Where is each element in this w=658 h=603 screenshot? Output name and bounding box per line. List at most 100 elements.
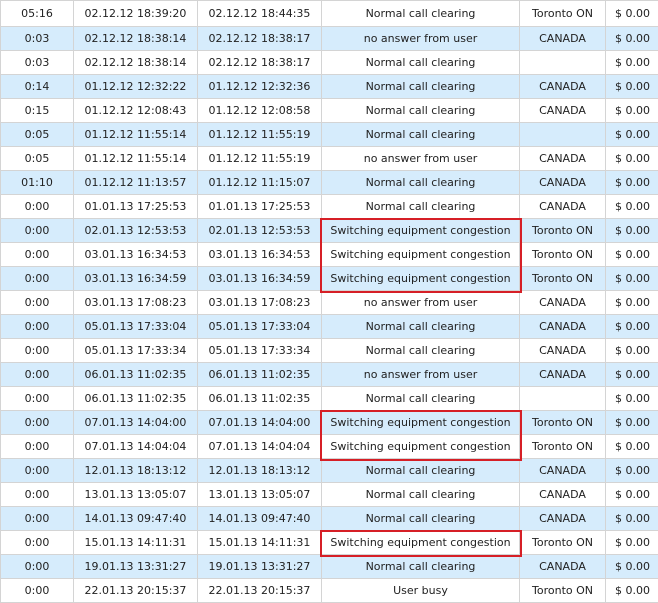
- call-status: Normal call clearing: [321, 314, 520, 339]
- call-start-time: 01.12.12 11:13:57: [73, 170, 198, 195]
- call-location: [519, 122, 606, 147]
- call-location: CANADA: [519, 290, 606, 315]
- table-row[interactable]: 0:15 01.12.12 12:08:43 01.12.12 12:08:58 No…: [0, 98, 658, 123]
- call-status: User busy: [321, 578, 520, 603]
- table-row[interactable]: 0:00 01.01.13 17:25:53 01.01.13 17:25:53 No…: [0, 194, 658, 219]
- table-row[interactable]: 0:00 05.01.13 17:33:04 05.01.13 17:33:04 No…: [0, 314, 658, 339]
- call-status: no answer from user: [321, 290, 520, 315]
- call-cost: $ 0.00: [605, 554, 658, 579]
- call-end-time: 22.01.13 20:15:37: [197, 578, 322, 603]
- call-duration: 0:00: [0, 506, 74, 531]
- call-end-time: 01.12.12 11:55:19: [197, 122, 322, 147]
- call-end-time: 06.01.13 11:02:35: [197, 362, 322, 387]
- table-row[interactable]: 0:00 14.01.13 09:47:40 14.01.13 09:47:40 No…: [0, 506, 658, 531]
- call-cost: $ 0.00: [605, 146, 658, 171]
- call-start-time: 14.01.13 09:47:40: [73, 506, 198, 531]
- table-row[interactable]: 0:00 06.01.13 11:02:35 06.01.13 11:02:35 No…: [0, 386, 658, 411]
- call-end-time: 19.01.13 13:31:27: [197, 554, 322, 579]
- call-cost: $ 0.00: [605, 338, 658, 363]
- call-cost: $ 0.00: [605, 266, 658, 291]
- table-row[interactable]: 01:10 01.12.12 11:13:57 01.12.12 11:15:07 N…: [0, 170, 658, 195]
- table-row[interactable]: 0:00 19.01.13 13:31:27 19.01.13 13:31:27 No…: [0, 554, 658, 579]
- call-status: Normal call clearing: [321, 122, 520, 147]
- table-row[interactable]: 0:00 13.01.13 13:05:07 13.01.13 13:05:07 No…: [0, 482, 658, 507]
- call-start-time: 06.01.13 11:02:35: [73, 386, 198, 411]
- table-row[interactable]: 0:00 03.01.13 17:08:23 03.01.13 17:08:23 no…: [0, 290, 658, 315]
- table-row[interactable]: 0:14 01.12.12 12:32:22 01.12.12 12:32:36 No…: [0, 74, 658, 99]
- table-row[interactable]: 0:03 02.12.12 18:38:14 02.12.12 18:38:17 no…: [0, 26, 658, 51]
- call-status: Switching equipment congestion: [321, 218, 520, 243]
- call-duration: 0:00: [0, 482, 74, 507]
- call-end-time: 01.12.12 11:15:07: [197, 170, 322, 195]
- call-duration: 0:00: [0, 266, 74, 291]
- call-status: Normal call clearing: [321, 482, 520, 507]
- table-row[interactable]: 0:00 15.01.13 14:11:31 15.01.13 14:11:31 Sw…: [0, 530, 658, 555]
- call-start-time: 01.12.12 11:55:14: [73, 146, 198, 171]
- call-cost: $ 0.00: [605, 26, 658, 51]
- call-start-time: 01.12.12 12:32:22: [73, 74, 198, 99]
- call-status: Normal call clearing: [321, 50, 520, 75]
- call-duration: 0:00: [0, 530, 74, 555]
- call-end-time: 02.12.12 18:38:17: [197, 26, 322, 51]
- table-row[interactable]: 0:00 07.01.13 14:04:00 07.01.13 14:04:00 Sw…: [0, 410, 658, 435]
- call-end-time: 05.01.13 17:33:04: [197, 314, 322, 339]
- call-duration: 0:00: [0, 434, 74, 459]
- call-cost: $ 0.00: [605, 458, 658, 483]
- call-duration: 0:00: [0, 578, 74, 603]
- call-status: Normal call clearing: [321, 98, 520, 123]
- call-duration: 0:00: [0, 554, 74, 579]
- call-cost: $ 0.00: [605, 290, 658, 315]
- call-start-time: 01.01.13 17:25:53: [73, 194, 198, 219]
- call-duration: 0:03: [0, 50, 74, 75]
- call-log-body: 05:16 02.12.12 18:39:20 02.12.12 18:44:35 N…: [0, 0, 658, 603]
- table-row[interactable]: 0:00 02.01.13 12:53:53 02.01.13 12:53:53 Sw…: [0, 218, 658, 243]
- call-location: CANADA: [519, 554, 606, 579]
- table-row[interactable]: 0:00 03.01.13 16:34:59 03.01.13 16:34:59 Sw…: [0, 266, 658, 291]
- call-location: [519, 386, 606, 411]
- call-status: Normal call clearing: [321, 338, 520, 363]
- call-start-time: 03.01.13 17:08:23: [73, 290, 198, 315]
- call-status: Normal call clearing: [321, 0, 520, 27]
- call-end-time: 03.01.13 16:34:53: [197, 242, 322, 267]
- call-cost: $ 0.00: [605, 122, 658, 147]
- table-row[interactable]: 0:05 01.12.12 11:55:14 01.12.12 11:55:19 no…: [0, 146, 658, 171]
- call-duration: 01:10: [0, 170, 74, 195]
- call-duration: 0:05: [0, 122, 74, 147]
- table-row[interactable]: 0:00 07.01.13 14:04:04 07.01.13 14:04:04 Sw…: [0, 434, 658, 459]
- call-location: CANADA: [519, 170, 606, 195]
- call-end-time: 07.01.13 14:04:00: [197, 410, 322, 435]
- call-end-time: 02.12.12 18:38:17: [197, 50, 322, 75]
- call-start-time: 01.12.12 12:08:43: [73, 98, 198, 123]
- call-start-time: 01.12.12 11:55:14: [73, 122, 198, 147]
- table-row[interactable]: 0:00 05.01.13 17:33:34 05.01.13 17:33:34 No…: [0, 338, 658, 363]
- call-duration: 0:00: [0, 218, 74, 243]
- call-duration: 0:00: [0, 314, 74, 339]
- call-location: Toronto ON: [519, 434, 606, 459]
- call-cost: $ 0.00: [605, 50, 658, 75]
- table-row[interactable]: 0:03 02.12.12 18:38:14 02.12.12 18:38:17 No…: [0, 50, 658, 75]
- call-status: Normal call clearing: [321, 458, 520, 483]
- table-row[interactable]: 05:16 02.12.12 18:39:20 02.12.12 18:44:35 N…: [0, 0, 658, 27]
- call-location: CANADA: [519, 314, 606, 339]
- call-duration: 0:00: [0, 386, 74, 411]
- call-start-time: 12.01.13 18:13:12: [73, 458, 198, 483]
- table-row[interactable]: 0:00 03.01.13 16:34:53 03.01.13 16:34:53 Sw…: [0, 242, 658, 267]
- table-row[interactable]: 0:00 22.01.13 20:15:37 22.01.13 20:15:37 Us…: [0, 578, 658, 603]
- call-cost: $ 0.00: [605, 194, 658, 219]
- table-row[interactable]: 0:00 12.01.13 18:13:12 12.01.13 18:13:12 No…: [0, 458, 658, 483]
- table-row[interactable]: 0:05 01.12.12 11:55:14 01.12.12 11:55:19 No…: [0, 122, 658, 147]
- call-cost: $ 0.00: [605, 506, 658, 531]
- call-end-time: 01.12.12 12:32:36: [197, 74, 322, 99]
- call-cost: $ 0.00: [605, 74, 658, 99]
- call-log-view: 05:16 02.12.12 18:39:20 02.12.12 18:44:35 N…: [0, 0, 658, 603]
- call-cost: $ 0.00: [605, 578, 658, 603]
- call-status: Switching equipment congestion: [321, 434, 520, 459]
- table-row[interactable]: 0:00 06.01.13 11:02:35 06.01.13 11:02:35 no…: [0, 362, 658, 387]
- call-status: Normal call clearing: [321, 74, 520, 99]
- call-duration: 05:16: [0, 0, 74, 27]
- call-location: CANADA: [519, 194, 606, 219]
- call-duration: 0:00: [0, 362, 74, 387]
- call-start-time: 13.01.13 13:05:07: [73, 482, 198, 507]
- call-location: Toronto ON: [519, 0, 606, 27]
- call-location: CANADA: [519, 458, 606, 483]
